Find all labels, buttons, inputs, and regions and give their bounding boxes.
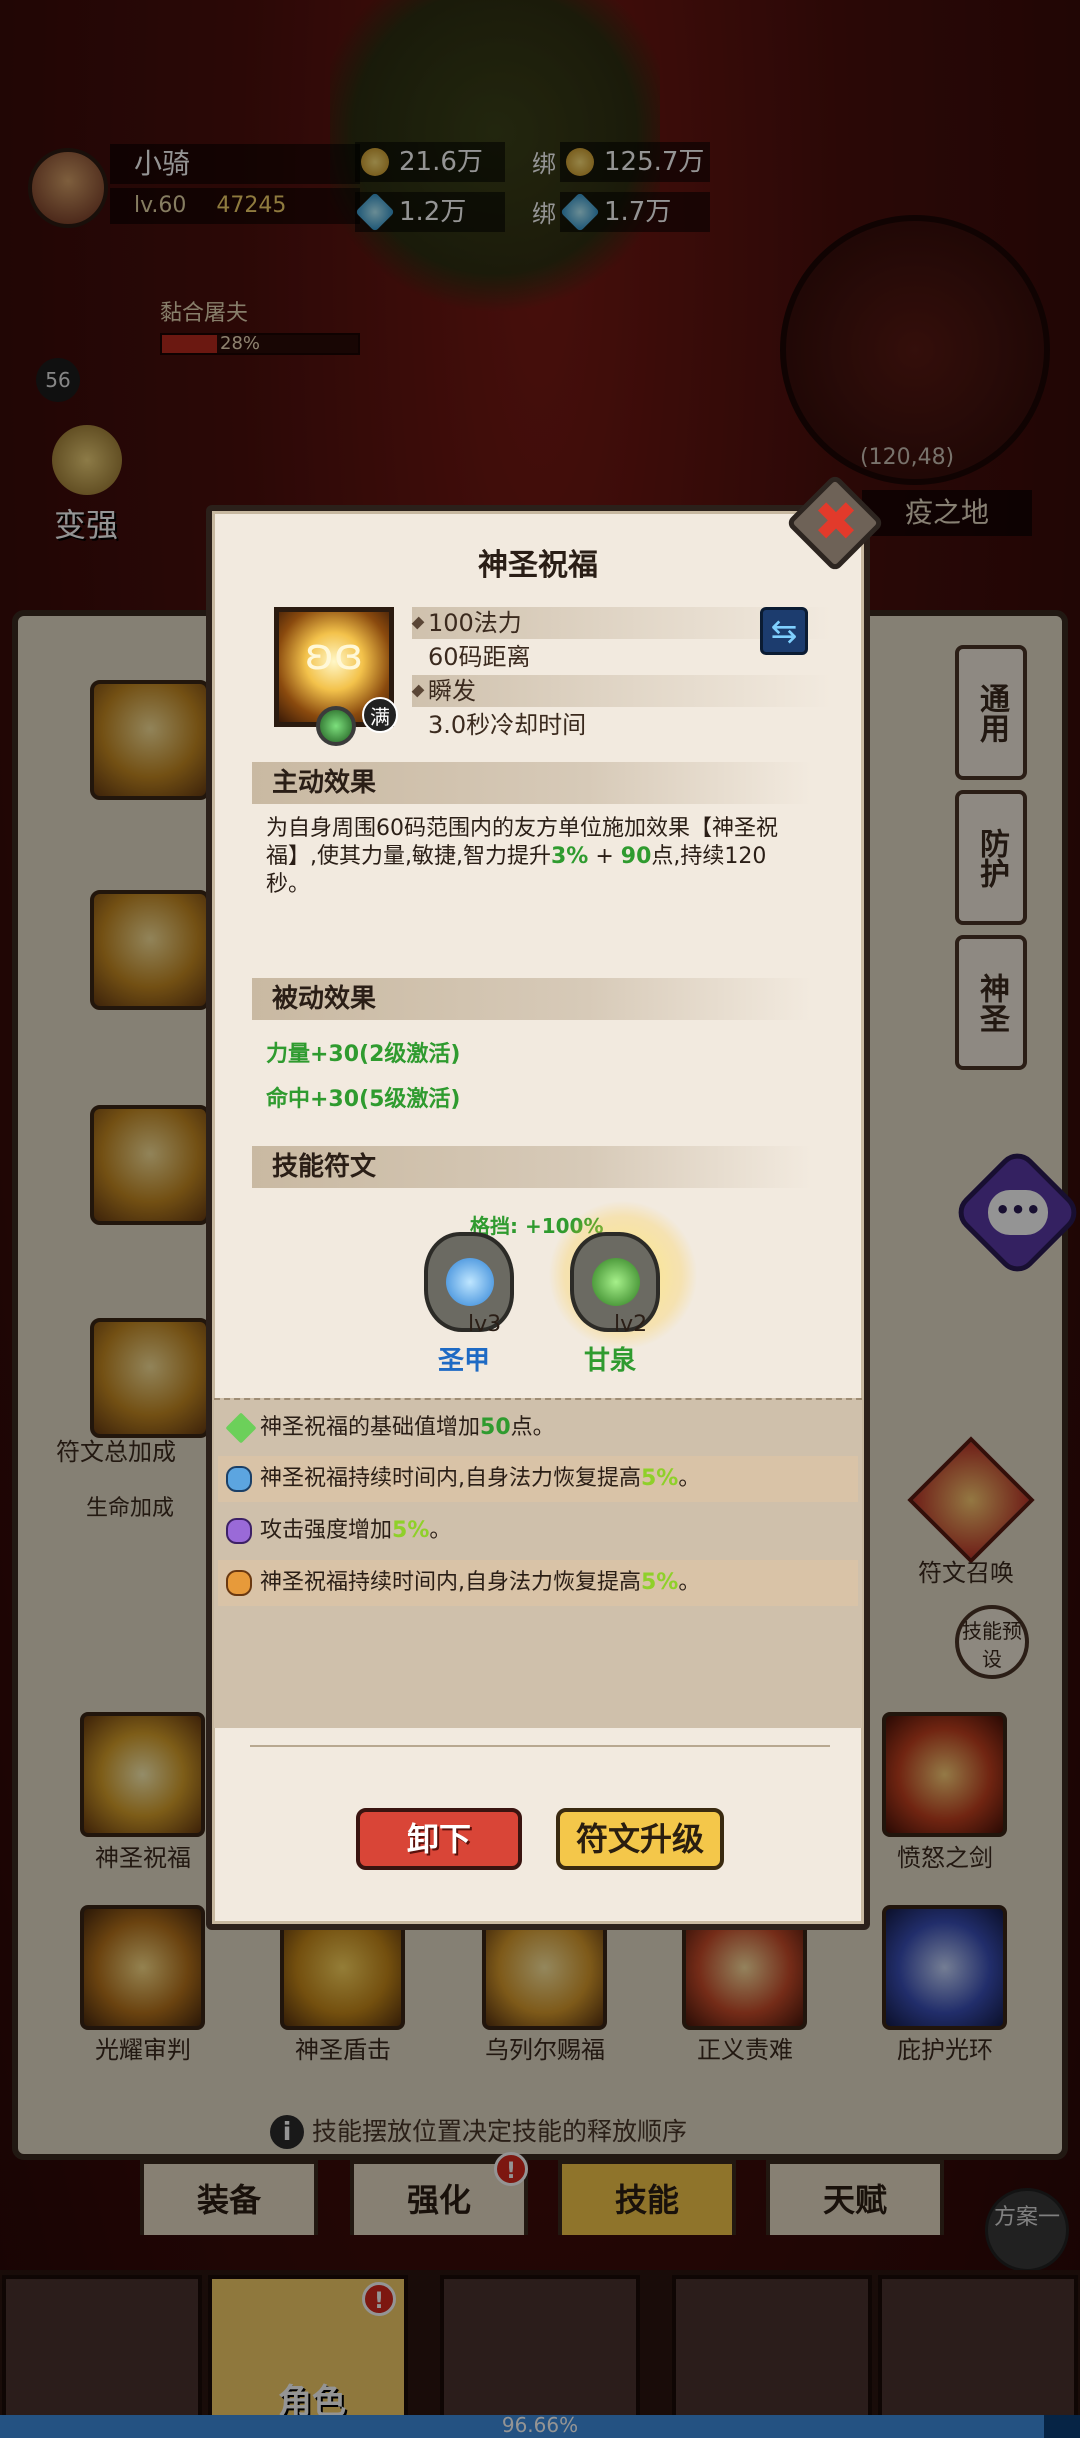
rune-level: lv3 — [468, 1312, 502, 1337]
purple-lock-icon — [226, 1518, 252, 1544]
swap-icon[interactable]: ⇆ — [760, 607, 808, 655]
active-value-percent: 3% — [550, 844, 589, 869]
rune-gem-icon — [316, 706, 356, 746]
rune-effect-row: 攻击强度增加5%。 — [218, 1508, 858, 1554]
green-diamond-icon — [225, 1412, 257, 1444]
rune-name: 圣甲 — [438, 1346, 491, 1376]
shield-icon — [446, 1258, 494, 1306]
stat-cooldown: 3.0秒冷却时间 — [428, 711, 587, 739]
rune-name: 甘泉 — [584, 1346, 637, 1376]
rune-effect-row: 神圣祝福的基础值增加50点。 — [218, 1405, 858, 1451]
rune-effect-row: 神圣祝福持续时间内,自身法力恢复提高5%。 — [218, 1456, 858, 1502]
stat-range: 60码距离 — [428, 643, 531, 671]
effect-text: 神圣祝福的基础值增加 — [260, 1415, 481, 1440]
effect-value: 5% — [641, 1570, 679, 1595]
skill-rune-header: 技能符文 — [252, 1146, 812, 1188]
active-value-flat: 90 — [620, 844, 652, 869]
effect-text: 神圣祝福持续时间内,自身法力恢复提高 — [260, 1466, 641, 1491]
active-effect-header: 主动效果 — [252, 762, 812, 804]
max-level-badge: 满 — [362, 697, 398, 733]
effect-suffix: 。 — [429, 1518, 452, 1543]
spring-icon — [592, 1258, 640, 1306]
passive-effect-1: 力量+30(2级激活) — [266, 1042, 461, 1067]
blue-lock-icon — [226, 1466, 252, 1492]
passive-effect-2: 命中+30(5级激活) — [266, 1087, 461, 1112]
divider — [250, 1745, 830, 1747]
effect-suffix: 。 — [678, 1466, 701, 1491]
effect-suffix: 点。 — [510, 1415, 555, 1440]
dialog-title: 神圣祝福 — [478, 548, 598, 583]
effect-suffix: 。 — [678, 1570, 701, 1595]
passive-effect-header: 被动效果 — [252, 978, 812, 1020]
effect-text: 神圣祝福持续时间内,自身法力恢复提高 — [260, 1570, 641, 1595]
rune-level: lv2 — [614, 1312, 648, 1337]
stat-cast-time: 瞬发 — [412, 675, 832, 707]
unequip-button[interactable]: 卸下 — [356, 1808, 522, 1870]
rune-effect-row: 神圣祝福持续时间内,自身法力恢复提高5%。 — [218, 1560, 858, 1606]
effect-value: 50 — [480, 1415, 511, 1440]
active-plus: + — [588, 844, 621, 869]
rune-upgrade-button[interactable]: 符文升级 — [556, 1808, 724, 1870]
effect-value: 5% — [641, 1466, 679, 1491]
active-effect-description: 为自身周围60码范围内的友方单位施加效果【神圣祝福】,使其力量,敏捷,智力提升3… — [266, 815, 806, 899]
effect-text: 攻击强度增加 — [260, 1518, 393, 1543]
orange-lock-icon — [226, 1570, 252, 1596]
wings-icon: ʚɞ — [304, 629, 364, 680]
effect-value: 5% — [392, 1518, 430, 1543]
